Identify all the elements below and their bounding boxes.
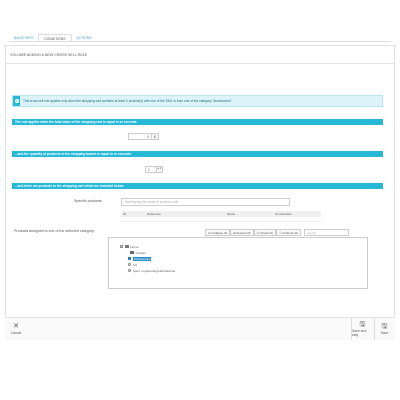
checkbox-icon[interactable] (120, 244, 124, 249)
category-search-input[interactable]: search... (303, 229, 349, 236)
category-tree: Home Clothes Accessories Art Sport i reg… (108, 237, 368, 289)
uncheck-all-button[interactable]: ☐ Uncheck All (275, 229, 301, 236)
product-search-input[interactable]: Start typing the name or product code (121, 198, 290, 206)
save-icon: 🖫 (381, 323, 388, 330)
category-label: Products assigned to one of the selected… (14, 229, 95, 233)
section-products: ...and there are products in the shoppin… (12, 183, 383, 189)
radio-icon[interactable] (128, 262, 132, 267)
alert-text: This cross sell rule applies only when t… (23, 99, 232, 103)
expand-all-button[interactable]: ⊞ Expand All (230, 229, 254, 236)
category-toolbar: ⊟ Collapse All ⊞ Expand All ☑ Check All … (205, 229, 349, 236)
tree-item-art[interactable]: Art (128, 262, 137, 267)
radio-icon[interactable] (128, 268, 132, 273)
section-quantity: ...and the quantity of products in the s… (12, 151, 383, 157)
save-button[interactable]: 🖫 Save (374, 318, 394, 340)
tree-item-home[interactable]: Home (120, 244, 138, 249)
tree-item-accessories[interactable]: Accessories (128, 256, 152, 261)
info-icon: ? (13, 96, 20, 106)
panel-title: YOU ARE ADDING A NEW CROSS SELL RULE (6, 46, 394, 64)
tabs-divider (9, 41, 391, 42)
info-alert: ? This cross sell rule applies only when… (12, 95, 383, 107)
total-value-input[interactable]: 0 (128, 133, 152, 140)
check-all-button[interactable]: ☑ Check All (253, 229, 276, 236)
quantity-stepper[interactable]: ▲▼ (157, 166, 163, 173)
close-icon: ✕ (13, 323, 19, 330)
checkbox-checked-icon[interactable] (128, 256, 132, 261)
section-total-value: The rule applies when the total value of… (12, 119, 383, 125)
products-table-empty-row (121, 217, 321, 222)
quantity-input[interactable]: 1 (145, 166, 157, 173)
collapse-all-button[interactable]: ⊟ Collapse All (205, 229, 231, 236)
save-icon: 🖫 (359, 321, 366, 328)
save-and-stay-button[interactable]: 🖫 Save and stay (351, 318, 373, 340)
cancel-button[interactable]: ✕ Cancel (7, 318, 25, 340)
tree-item-sport[interactable]: Sport i regeneracyjnePodstrona (128, 268, 175, 273)
folder-open-icon (124, 245, 129, 248)
rule-panel: YOU ARE ADDING A NEW CROSS SELL RULE (5, 45, 395, 340)
specific-products-label: Specific products: (74, 199, 103, 203)
currency-suffix: € (152, 133, 159, 140)
folder-icon (130, 251, 134, 254)
tree-item-clothes[interactable]: Clothes (130, 250, 146, 255)
footer-bar: ✕ Cancel 🖫 Save and stay 🖫 Save (5, 317, 395, 340)
